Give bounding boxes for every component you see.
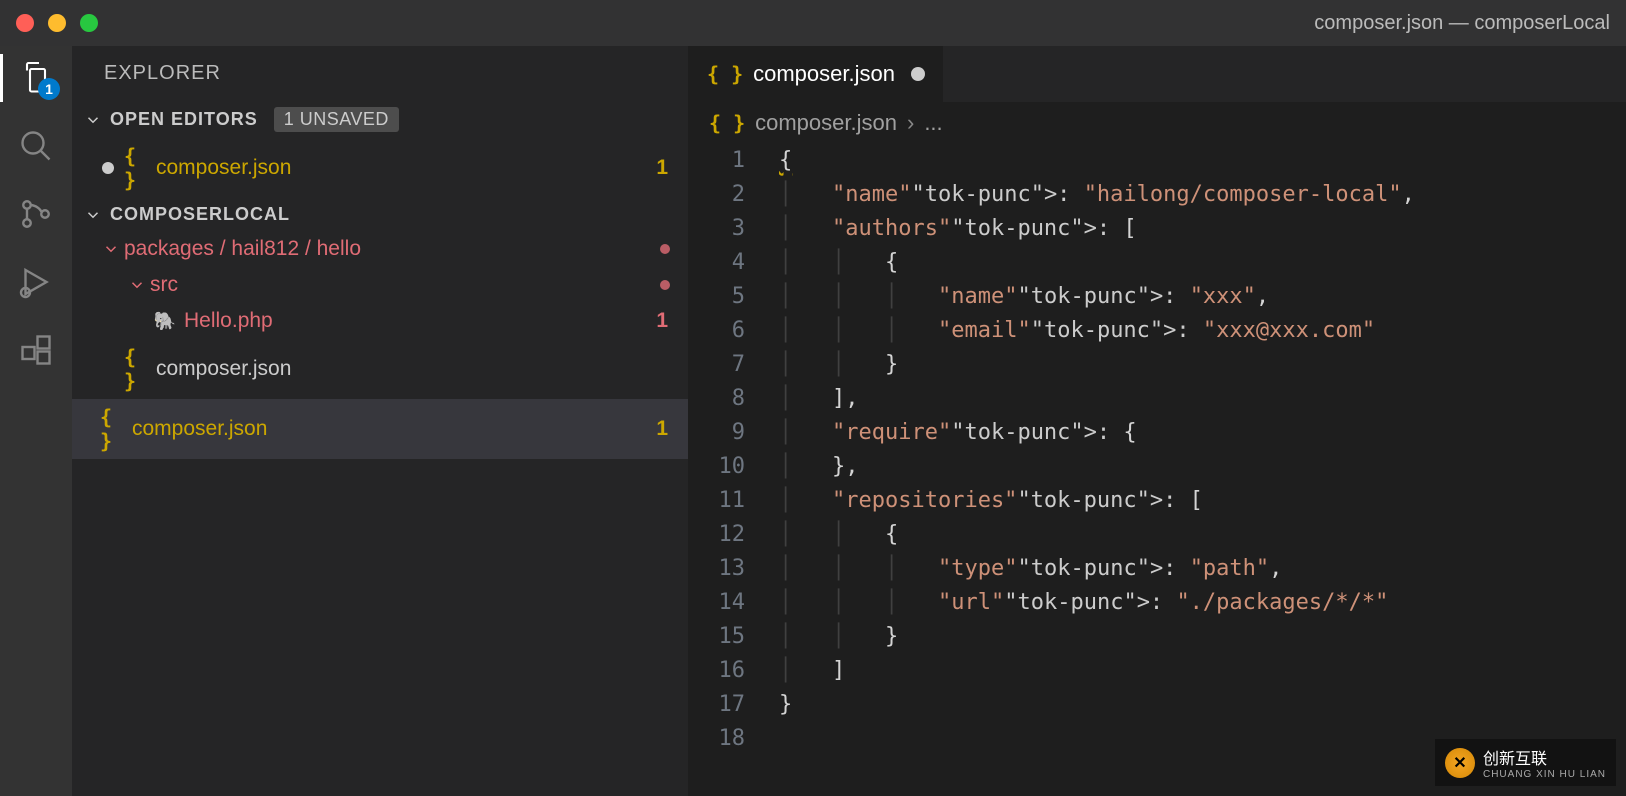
watermark: ✕ 创新互联 CHUANG XIN HU LIAN <box>1435 739 1616 786</box>
extensions-icon[interactable] <box>16 330 56 370</box>
problem-count: 1 <box>656 417 674 441</box>
code-content[interactable]: {│ "name""tok-punc">: "hailong/composer-… <box>769 144 1626 796</box>
open-editors-header[interactable]: OPEN EDITORS 1 UNSAVED <box>72 101 688 138</box>
unsaved-badge: 1 UNSAVED <box>274 107 399 132</box>
json-file-icon: { } <box>124 345 150 393</box>
traffic-lights <box>16 14 98 32</box>
file-name: Hello.php <box>184 309 656 333</box>
watermark-sub: CHUANG XIN HU LIAN <box>1483 769 1606 780</box>
chevron-down-icon <box>84 206 102 224</box>
json-file-icon: { } <box>707 62 743 86</box>
file-row-composer-root[interactable]: { } composer.json 1 <box>72 399 688 459</box>
editor-area: { } composer.json { } composer.json › ..… <box>688 46 1626 796</box>
explorer-badge: 1 <box>38 78 60 100</box>
breadcrumbs[interactable]: { } composer.json › ... <box>689 102 1626 144</box>
folder-row-src[interactable]: src <box>72 267 688 303</box>
chevron-down-icon <box>102 240 120 258</box>
json-file-icon: { } <box>100 405 126 453</box>
maximize-window-button[interactable] <box>80 14 98 32</box>
file-row-hello-php[interactable]: 🐘 Hello.php 1 <box>72 303 688 339</box>
run-debug-icon[interactable] <box>16 262 56 302</box>
problem-count: 1 <box>656 156 674 180</box>
dirty-indicator-icon <box>102 162 114 174</box>
source-control-icon[interactable] <box>16 194 56 234</box>
search-icon[interactable] <box>16 126 56 166</box>
line-number-gutter: 123456789101112131415161718 <box>689 144 769 796</box>
watermark-text: 创新互联 <box>1483 751 1547 768</box>
json-file-icon: { } <box>709 111 745 135</box>
minimize-window-button[interactable] <box>48 14 66 32</box>
watermark-logo-icon: ✕ <box>1445 748 1475 778</box>
folder-name: packages / hail812 / hello <box>124 237 660 261</box>
tab-filename: composer.json <box>753 61 895 87</box>
workspace-label: COMPOSERLOCAL <box>110 204 290 225</box>
open-editors-label: OPEN EDITORS <box>110 109 258 130</box>
json-file-icon: { } <box>124 144 150 192</box>
open-editor-item[interactable]: { } composer.json 1 <box>72 138 688 198</box>
file-row-composer-inner[interactable]: { } composer.json <box>72 339 688 399</box>
folder-row[interactable]: packages / hail812 / hello <box>72 231 688 267</box>
workspace-header[interactable]: COMPOSERLOCAL <box>72 198 688 231</box>
folder-name: src <box>150 273 660 297</box>
editor-tab[interactable]: { } composer.json <box>689 46 944 102</box>
problem-count: 1 <box>656 309 674 333</box>
chevron-down-icon <box>84 111 102 129</box>
editor-tabs: { } composer.json <box>689 46 1626 102</box>
code-editor[interactable]: 123456789101112131415161718 {│ "name""to… <box>689 144 1626 796</box>
chevron-down-icon <box>128 276 146 294</box>
activity-bar: 1 <box>0 46 72 796</box>
sidebar-title: EXPLORER <box>72 46 688 101</box>
titlebar: composer.json — composerLocal <box>0 0 1626 46</box>
close-window-button[interactable] <box>16 14 34 32</box>
breadcrumb-file: composer.json <box>755 110 897 136</box>
explorer-sidebar: EXPLORER OPEN EDITORS 1 UNSAVED { } comp… <box>72 46 688 796</box>
open-editor-filename: composer.json <box>156 156 656 180</box>
file-name: composer.json <box>132 417 656 441</box>
untracked-marker-icon <box>660 244 670 254</box>
php-file-icon: 🐘 <box>152 311 178 332</box>
explorer-icon[interactable]: 1 <box>16 58 56 98</box>
breadcrumb-more: ... <box>924 110 942 136</box>
dirty-indicator-icon <box>911 67 925 81</box>
untracked-marker-icon <box>660 280 670 290</box>
window-title: composer.json — composerLocal <box>1314 12 1610 35</box>
breadcrumb-separator: › <box>907 110 914 136</box>
file-name: composer.json <box>156 357 674 381</box>
